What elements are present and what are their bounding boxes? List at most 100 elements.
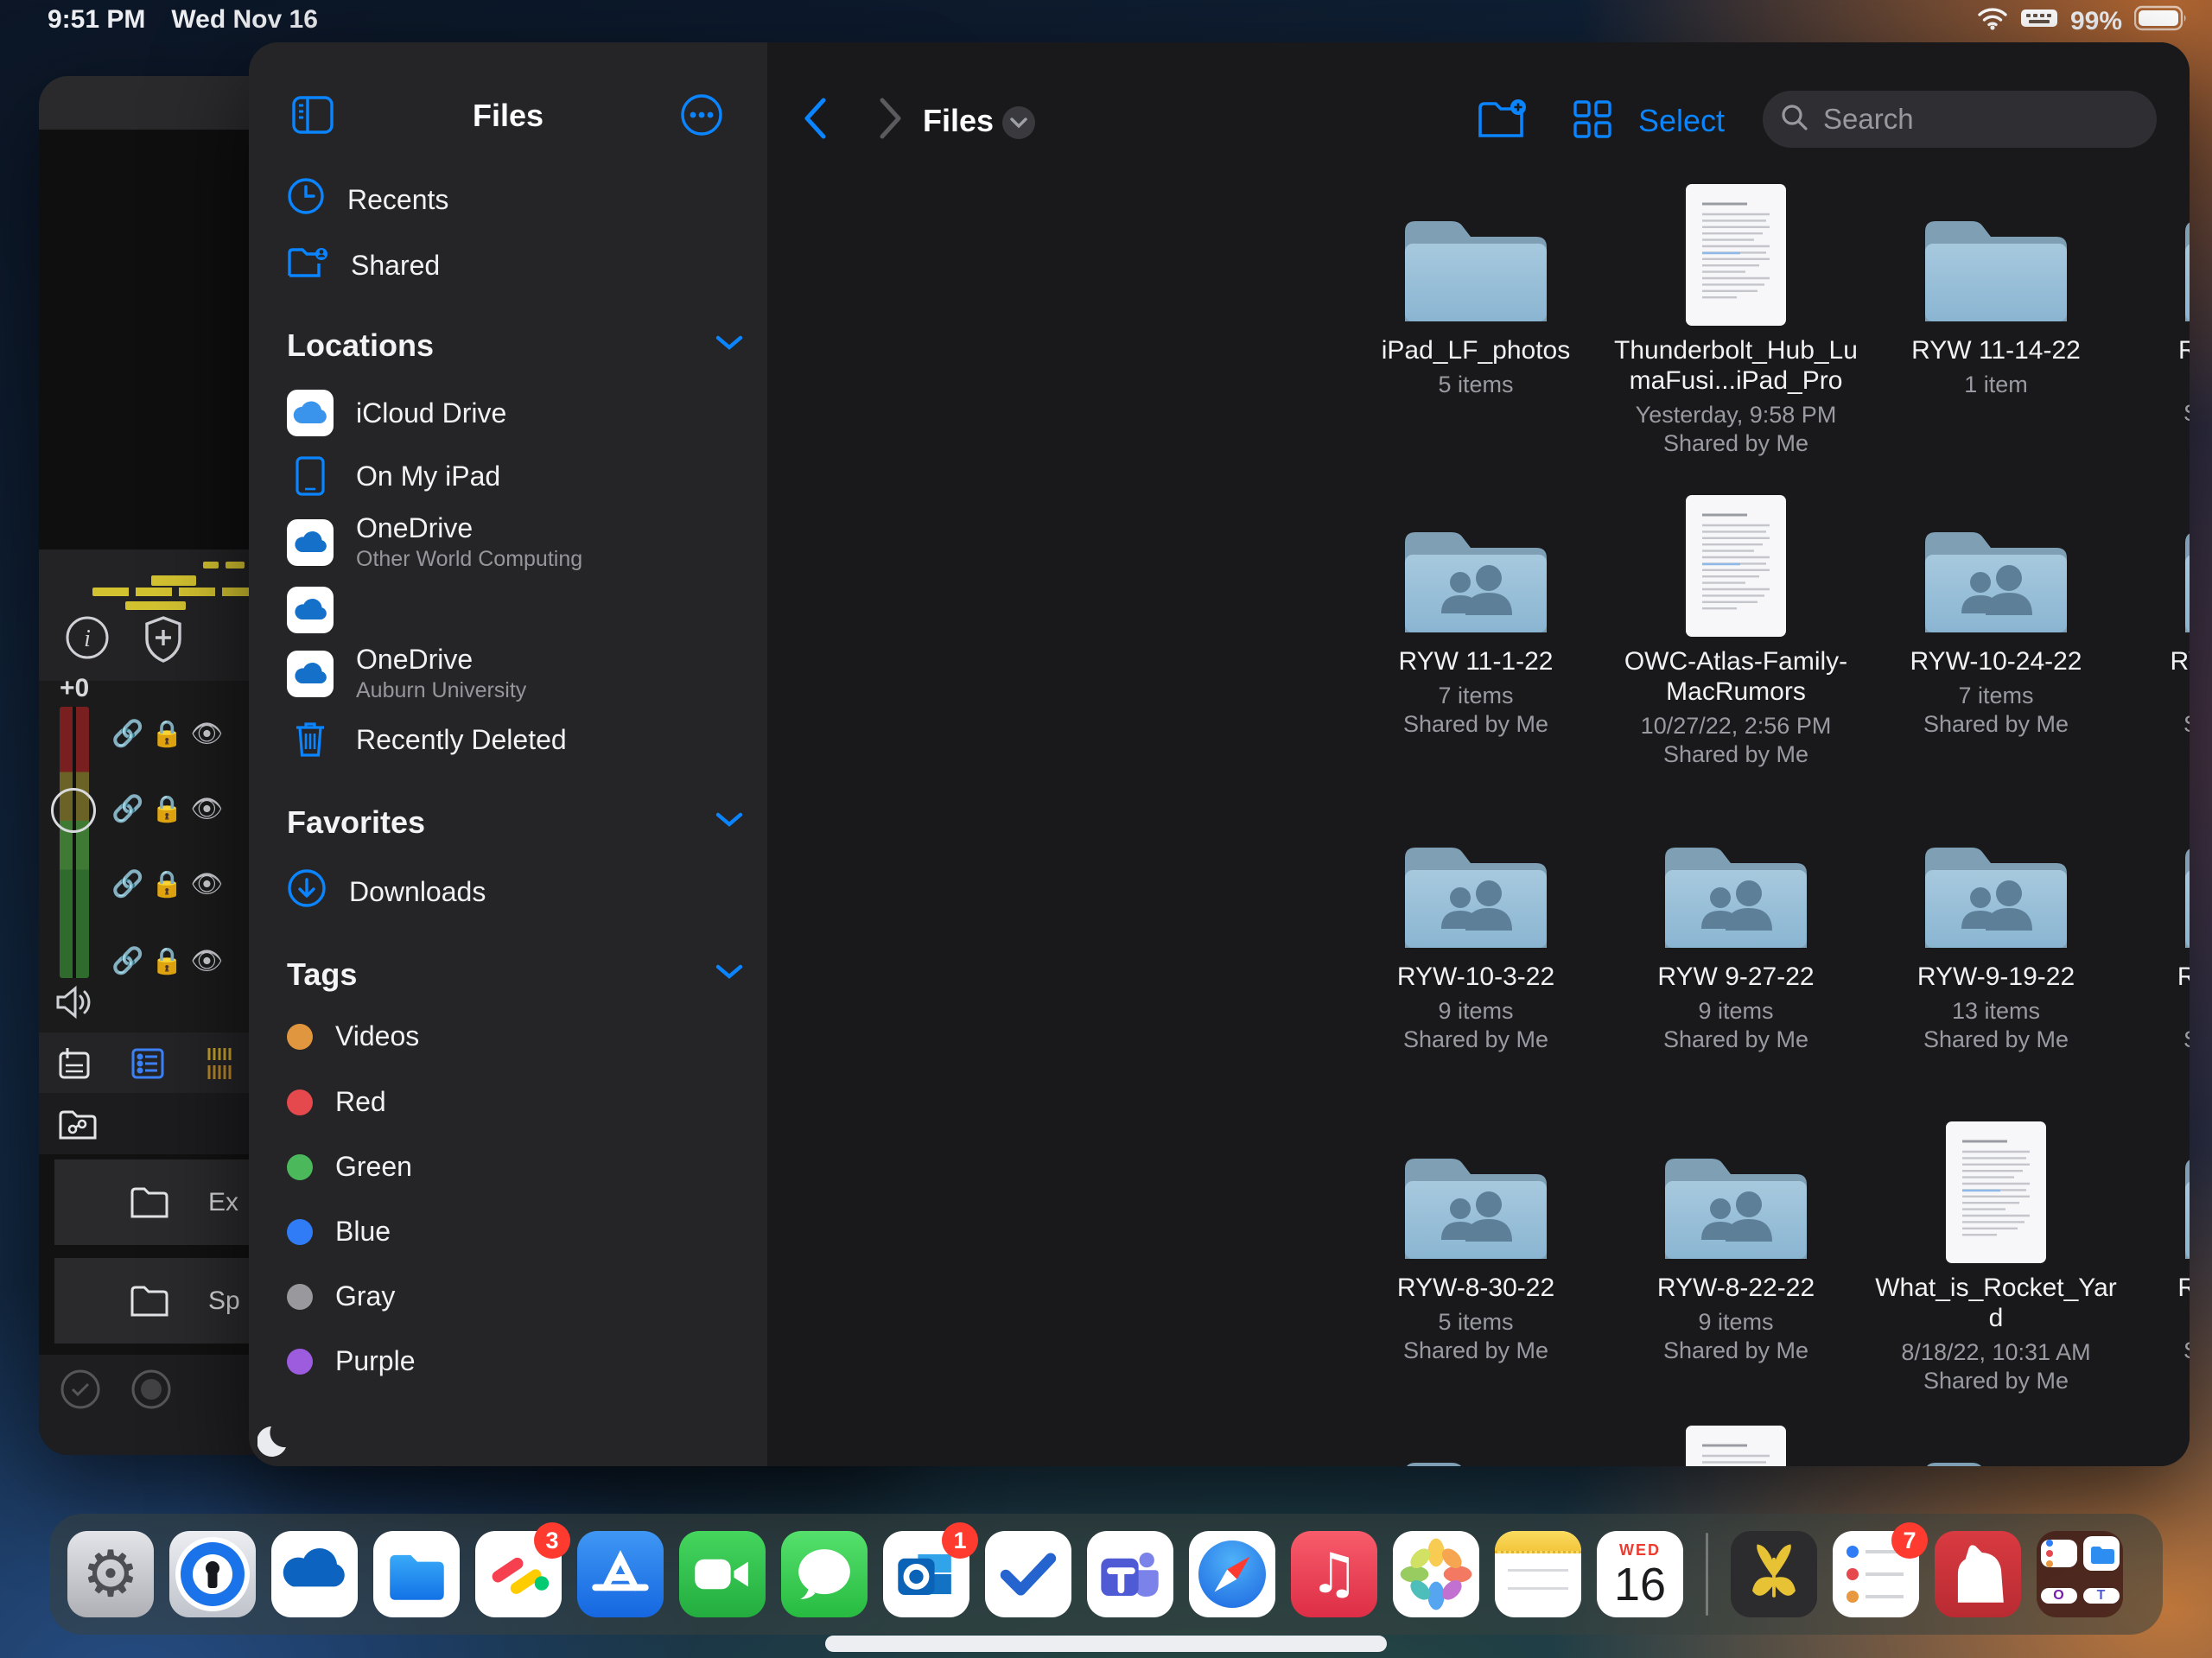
chevron-down-icon[interactable]: [715, 334, 743, 356]
dock-bear-icon[interactable]: [1935, 1531, 2021, 1617]
item-meta: 9 itemsShared by Me: [2126, 1308, 2190, 1365]
dock-photos-icon[interactable]: [1393, 1531, 1479, 1617]
dock-calendar-icon[interactable]: WED16: [1597, 1531, 1683, 1617]
sidebar-item-downloads[interactable]: Downloads: [287, 868, 486, 915]
sidebar-item-recently-deleted[interactable]: Recently Deleted: [287, 720, 567, 759]
sidebar-item-shared[interactable]: Shared: [287, 243, 440, 288]
grid-item[interactable]: RYW-9-12-22 11 itemsShared by Me: [2126, 808, 2190, 1054]
item-icon: [1346, 1423, 1605, 1466]
dock-messages-icon[interactable]: [781, 1531, 868, 1617]
files-main-pane: Files Select iPad_LF_photos 5 items Thun…: [767, 42, 2190, 1466]
track-controls-row[interactable]: 🔗 🔒 👁: [111, 869, 267, 893]
item-name: RYW 11-14-22: [1874, 335, 2118, 365]
dock-reminders-icon[interactable]: 7: [1833, 1531, 1919, 1617]
dock-ulysses-icon[interactable]: [1731, 1531, 1817, 1617]
tag-dot: [287, 1154, 313, 1180]
sidebar-item-label: Videos: [335, 1020, 419, 1052]
dock-notes-icon[interactable]: [1495, 1531, 1581, 1617]
grid-item[interactable]: RYW 8-15-22 9 itemsShared by Me: [2126, 1119, 2190, 1365]
dock-files-icon[interactable]: [373, 1531, 460, 1617]
sidebar-item-onedrive-pending[interactable]: [287, 587, 356, 633]
info-icon[interactable]: i: [65, 615, 110, 664]
item-meta: 5 itemsShared by Me: [1346, 1308, 1605, 1365]
sidebar-item-on-my-ipad[interactable]: On My iPad: [287, 455, 500, 497]
sidebar-item-tag-gray[interactable]: Gray: [287, 1280, 395, 1312]
dock-todo-icon[interactable]: [985, 1531, 1071, 1617]
grid-item[interactable]: [1606, 1423, 1866, 1466]
sidebar-item-icloud-drive[interactable]: iCloud Drive: [287, 390, 506, 436]
grid-item[interactable]: What_is_Rocket_Yard 8/18/22, 10:31 AMSha…: [1866, 1119, 2126, 1395]
sidebar-item-label: Red: [335, 1086, 386, 1118]
item-meta: 9 itemsShared by Me: [1346, 997, 1605, 1054]
files-window: Files Recents Shared Locations iCloud Dr…: [249, 42, 2190, 1466]
sidebar-item-recents[interactable]: Recents: [287, 177, 448, 222]
track-controls-row[interactable]: 🔗 🔒 👁: [111, 794, 267, 818]
sidebar-item-tag-green[interactable]: Green: [287, 1151, 412, 1183]
grid-item[interactable]: RYW 11-1-22 7 itemsShared by Me: [1346, 492, 1605, 739]
grid-item[interactable]: RYW 11-14-22 1 item: [1866, 181, 2126, 399]
dock-settings-icon[interactable]: ⚙: [67, 1531, 154, 1617]
checkmark-circle-icon[interactable]: [60, 1369, 101, 1414]
audio-levels-icon[interactable]: [202, 1045, 240, 1087]
grid-item[interactable]: [1346, 1423, 1605, 1466]
grid-item[interactable]: RYW-11-9-22 5 itemsShared by Me: [2126, 181, 2190, 428]
grid-item[interactable]: Thunderbolt_Hub_LumaFusi...iPad_Pro Yest…: [1606, 181, 1866, 458]
dock-applibrary-icon[interactable]: OT: [2037, 1531, 2123, 1617]
sidebar-item-tag-blue[interactable]: Blue: [287, 1216, 391, 1248]
dock-onedrive-icon[interactable]: [271, 1531, 358, 1617]
trash-icon: [287, 720, 334, 759]
grid-item[interactable]: [1866, 1423, 2126, 1466]
dock-1password-icon[interactable]: [169, 1531, 256, 1617]
item-icon: [1346, 181, 1605, 327]
dock-music-icon[interactable]: ♫: [1291, 1531, 1377, 1617]
sidebar-item-tag-videos[interactable]: Videos: [287, 1020, 419, 1052]
dock-teams-icon[interactable]: [1087, 1531, 1173, 1617]
track-list-icon[interactable]: [130, 1046, 165, 1085]
record-circle-icon[interactable]: [130, 1369, 172, 1414]
sidebar-item-label: Purple: [335, 1345, 416, 1377]
track-controls-row[interactable]: 🔗 🔒 👁: [111, 946, 267, 970]
grid-item[interactable]: RYW-10-17-22 17 itemsShared by Me: [2126, 492, 2190, 739]
folder-icon: [2180, 517, 2190, 638]
item-name: RYW-11-9-22: [2134, 335, 2190, 365]
gain-label: +0: [60, 674, 89, 703]
grid-item[interactable]: RYW-8-22-22 9 itemsShared by Me: [1606, 1119, 1866, 1365]
favorites-header: Favorites: [287, 804, 425, 841]
folder-link-icon[interactable]: [58, 1109, 98, 1146]
dock-facetime-icon[interactable]: [679, 1531, 766, 1617]
item-name: RYW-9-19-22: [1874, 962, 2118, 992]
item-icon: [1346, 808, 1605, 953]
meter-knob[interactable]: [51, 788, 96, 833]
sidebar-item-tag-purple[interactable]: Purple: [287, 1345, 416, 1377]
item-icon: [1866, 181, 2126, 327]
grid-item[interactable]: RYW-9-19-22 13 itemsShared by Me: [1866, 808, 2126, 1054]
grid-item[interactable]: RYW-8-30-22 5 itemsShared by Me: [1346, 1119, 1605, 1365]
grid-item[interactable]: iPad_LF_photos 5 items: [1346, 181, 1605, 399]
tag-dot: [287, 1089, 313, 1115]
tags-header: Tags: [287, 956, 357, 993]
item-icon: [2126, 492, 2190, 638]
track-controls-row[interactable]: 🔗 🔒 👁: [111, 719, 267, 743]
shield-add-icon[interactable]: [143, 615, 184, 668]
sidebar-item-label: Shared: [351, 250, 440, 282]
grid-item[interactable]: RYW 9-27-22 9 itemsShared by Me: [1606, 808, 1866, 1054]
dock-outlook-icon[interactable]: 1: [883, 1531, 969, 1617]
sidebar-item-tag-red[interactable]: Red: [287, 1086, 386, 1118]
more-options-icon[interactable]: [679, 92, 724, 142]
grid-item[interactable]: [2126, 1423, 2190, 1466]
home-indicator[interactable]: [825, 1636, 1387, 1652]
speaker-icon[interactable]: [54, 985, 94, 1024]
dock-monday-icon[interactable]: 3: [475, 1531, 562, 1617]
add-clip-icon[interactable]: [57, 1046, 92, 1085]
dock-safari-icon[interactable]: [1189, 1531, 1275, 1617]
grid-item[interactable]: RYW-10-24-22 7 itemsShared by Me: [1866, 492, 2126, 739]
chevron-down-icon[interactable]: [715, 811, 743, 833]
folder-icon: [1920, 832, 2072, 953]
sidebar-item-onedrive-owc[interactable]: OneDriveOther World Computing: [287, 512, 582, 572]
sidebar-item-onedrive-auburn[interactable]: OneDriveAuburn University: [287, 644, 526, 703]
chevron-down-icon[interactable]: [715, 963, 743, 985]
battery-icon: [2134, 5, 2190, 38]
grid-item[interactable]: OWC-Atlas-Family-MacRumors 10/27/22, 2:5…: [1606, 492, 1866, 769]
dock-appstore-icon[interactable]: [577, 1531, 664, 1617]
grid-item[interactable]: RYW-10-3-22 9 itemsShared by Me: [1346, 808, 1605, 1054]
